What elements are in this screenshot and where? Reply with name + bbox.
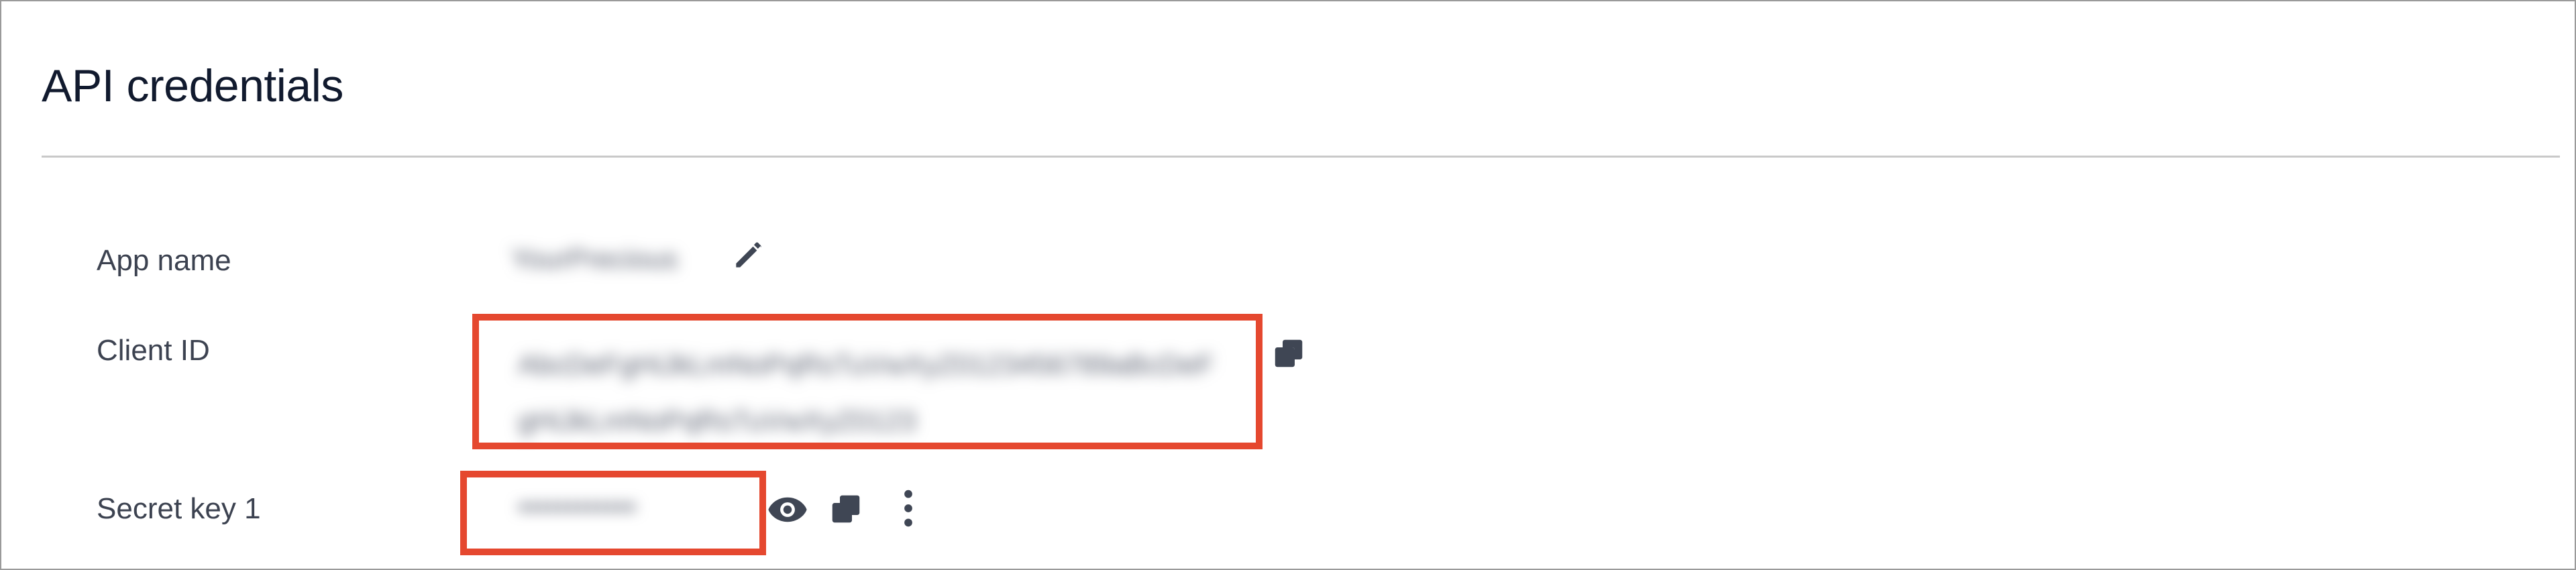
more-vertical-icon[interactable] — [895, 487, 922, 530]
secret-key-highlight — [460, 471, 766, 555]
app-name-value: YourPrecious — [511, 243, 678, 274]
divider — [42, 156, 2560, 158]
client-id-label: Client ID — [97, 334, 210, 367]
page-title: API credentials — [42, 60, 343, 111]
secret-key-label: Secret key 1 — [97, 492, 261, 525]
credentials-panel: API credentials App name YourPrecious Cl… — [0, 0, 2576, 570]
client-id-highlight — [472, 314, 1263, 449]
copy-icon[interactable] — [828, 491, 864, 527]
pencil-icon[interactable] — [730, 236, 767, 274]
eye-icon[interactable] — [766, 492, 809, 527]
app-name-label: App name — [97, 244, 231, 277]
copy-icon[interactable] — [1271, 335, 1307, 372]
